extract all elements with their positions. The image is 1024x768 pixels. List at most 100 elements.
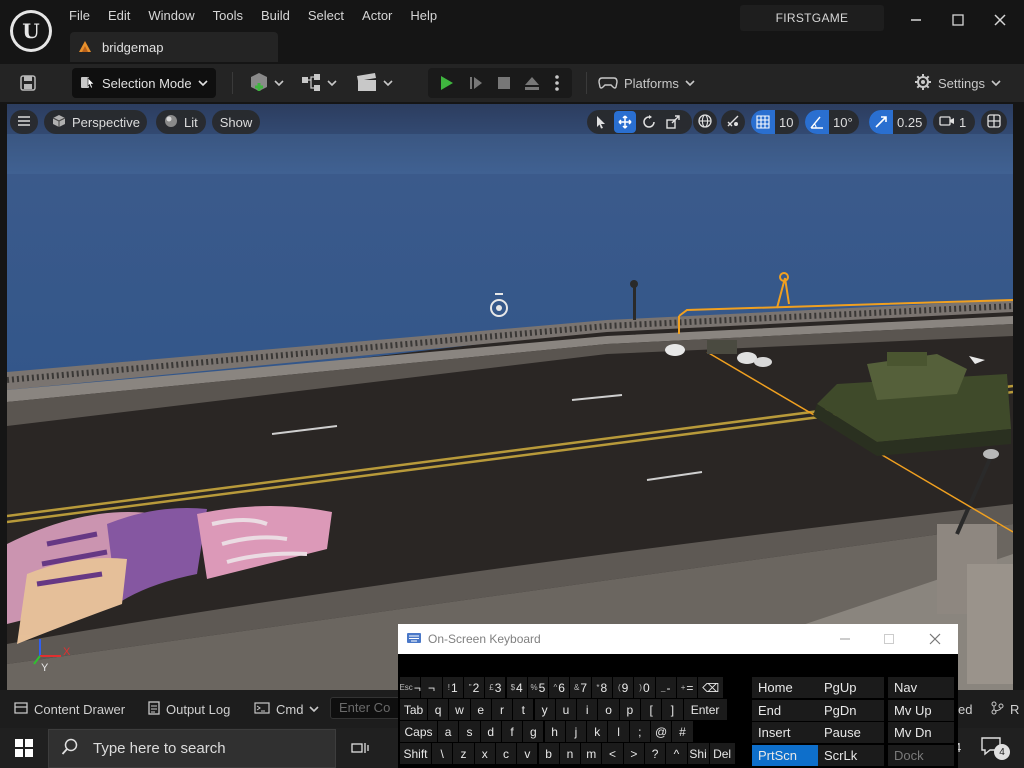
osk-key-mv-up[interactable]: Mv Up <box>888 699 954 721</box>
move-icon[interactable] <box>614 111 636 133</box>
world-local-toggle[interactable] <box>693 110 717 134</box>
menu-edit[interactable]: Edit <box>99 4 139 28</box>
minimize-icon[interactable] <box>896 6 936 34</box>
osk-title-bar[interactable]: On-Screen Keyboard <box>398 624 958 654</box>
menu-actor[interactable]: Actor <box>353 4 401 28</box>
osk-key-scrlk[interactable]: ScrLk <box>818 744 884 766</box>
osk-key-char[interactable]: b <box>538 743 559 764</box>
revision-control-button[interactable]: R <box>990 698 1019 720</box>
menu-file[interactable]: File <box>60 4 99 28</box>
osk-key-prtscn[interactable]: PrtScn <box>752 744 818 766</box>
menu-select[interactable]: Select <box>299 4 353 28</box>
grid-icon[interactable] <box>751 110 775 134</box>
osk-key-char[interactable]: w <box>449 699 470 720</box>
osk-key-char[interactable]: y <box>534 699 555 720</box>
lit-dropdown[interactable]: Lit <box>156 110 206 134</box>
osk-key-tab[interactable]: Tab <box>400 699 427 720</box>
show-dropdown[interactable]: Show <box>212 110 260 134</box>
osk-key-char[interactable]: ; <box>629 721 650 742</box>
osk-key[interactable]: ! 1 <box>442 677 463 698</box>
osk-key[interactable]: + = <box>676 677 698 698</box>
menu-help[interactable]: Help <box>401 4 446 28</box>
osk-maximize-icon[interactable] <box>866 624 912 654</box>
osk-key-char[interactable]: d <box>480 721 501 742</box>
osk-key-char[interactable]: j <box>565 721 587 742</box>
select-cursor-icon[interactable] <box>590 111 612 133</box>
osk-key-char[interactable]: < <box>602 743 623 764</box>
surface-snap-toggle[interactable] <box>721 110 745 134</box>
osk-key-char[interactable]: s <box>459 721 480 742</box>
osk-key-char[interactable]: m <box>581 743 602 764</box>
osk-key[interactable]: " 2 <box>463 677 485 698</box>
output-log-button[interactable]: Output Log <box>148 698 230 720</box>
osk-key-char[interactable]: @ <box>651 721 672 742</box>
osk-close-icon[interactable] <box>912 624 958 654</box>
save-icon[interactable] <box>14 68 42 98</box>
stop-icon[interactable] <box>490 68 518 98</box>
grid-snap[interactable]: 10 <box>751 110 799 134</box>
osk-key[interactable]: * 8 <box>591 677 612 698</box>
osk-key-char[interactable]: l <box>608 721 629 742</box>
osk-key-char[interactable]: v <box>517 743 538 764</box>
osk-key-char[interactable]: q <box>428 699 449 720</box>
close-window-icon[interactable] <box>980 6 1020 34</box>
windows-start-icon[interactable] <box>0 728 48 768</box>
osk-key-char[interactable]: n <box>559 743 581 764</box>
platforms-dropdown[interactable]: Platforms <box>598 68 700 98</box>
osk-key-enter[interactable]: Enter <box>683 699 727 720</box>
osk-key-pause[interactable]: Pause <box>818 722 884 743</box>
osk-key-char[interactable]: g <box>523 721 544 742</box>
osk-key[interactable]: ) 0 <box>634 677 655 698</box>
menu-build[interactable]: Build <box>252 4 299 28</box>
osk-key-char[interactable]: e <box>470 699 491 720</box>
osk-key-pgdn[interactable]: PgDn <box>818 699 884 721</box>
rotation-snap[interactable]: 10° <box>805 110 859 134</box>
osk-key-shi[interactable]: Shi <box>687 743 709 764</box>
layout-button[interactable] <box>981 110 1007 134</box>
add-actor-button[interactable] <box>244 68 286 98</box>
angle-icon[interactable] <box>805 110 829 134</box>
osk-key-char[interactable]: i <box>577 699 598 720</box>
scale-snap-icon[interactable] <box>869 110 893 134</box>
osk-key-caps[interactable]: Caps <box>400 721 437 742</box>
osk-key[interactable]: Esc ¬ <box>399 677 421 698</box>
osk-key-char[interactable]: \ <box>432 743 453 764</box>
osk-minimize-icon[interactable] <box>822 624 868 654</box>
menu-window[interactable]: Window <box>139 4 203 28</box>
osk-key[interactable]: & 7 <box>570 677 591 698</box>
taskbar-search[interactable]: Type here to search <box>48 729 336 768</box>
unreal-logo-icon[interactable]: U <box>10 10 52 52</box>
eject-icon[interactable] <box>518 68 546 98</box>
osk-key-char[interactable]: r <box>491 699 513 720</box>
settings-dropdown[interactable]: Settings <box>914 68 1006 98</box>
menu-tools[interactable]: Tools <box>204 4 252 28</box>
osk-key-char[interactable]: t <box>513 699 534 720</box>
osk-key-del[interactable]: Del <box>709 743 735 764</box>
osk-key-end[interactable]: End <box>752 699 818 721</box>
maximize-icon[interactable] <box>938 6 978 34</box>
osk-key[interactable]: ¬ <box>421 677 442 698</box>
osk-key-char[interactable]: ? <box>645 743 666 764</box>
osk-key-nav[interactable]: Nav <box>888 677 954 698</box>
viewport-menu-button[interactable] <box>10 110 38 134</box>
osk-key-mv-dn[interactable]: Mv Dn <box>888 722 954 743</box>
blueprint-button[interactable] <box>296 68 340 98</box>
osk-key-char[interactable]: z <box>453 743 474 764</box>
osk-key-char[interactable]: o <box>598 699 619 720</box>
level-viewport[interactable]: X Y Perspective Lit Show 10 10° 0.25 1 <box>7 104 1013 690</box>
osk-key[interactable]: (9 <box>613 677 634 698</box>
osk-key-pgup[interactable]: PgUp <box>818 677 884 698</box>
osk-key-char[interactable]: u <box>555 699 577 720</box>
osk-key-home[interactable]: Home <box>752 677 818 698</box>
step-forward-icon[interactable] <box>462 68 490 98</box>
osk-key-char[interactable]: f <box>501 721 523 742</box>
rotate-icon[interactable] <box>638 111 660 133</box>
osk-key-char[interactable]: ^ <box>666 743 687 764</box>
osk-key[interactable]: £3 <box>485 677 506 698</box>
more-options-icon[interactable] <box>546 68 568 98</box>
cmd-dropdown[interactable]: Cmd <box>254 698 320 720</box>
osk-key-char[interactable]: > <box>623 743 644 764</box>
task-view-icon[interactable] <box>346 728 374 768</box>
osk-key[interactable]: % 5 <box>527 677 549 698</box>
notification-center-icon[interactable]: 4 <box>980 736 1010 760</box>
